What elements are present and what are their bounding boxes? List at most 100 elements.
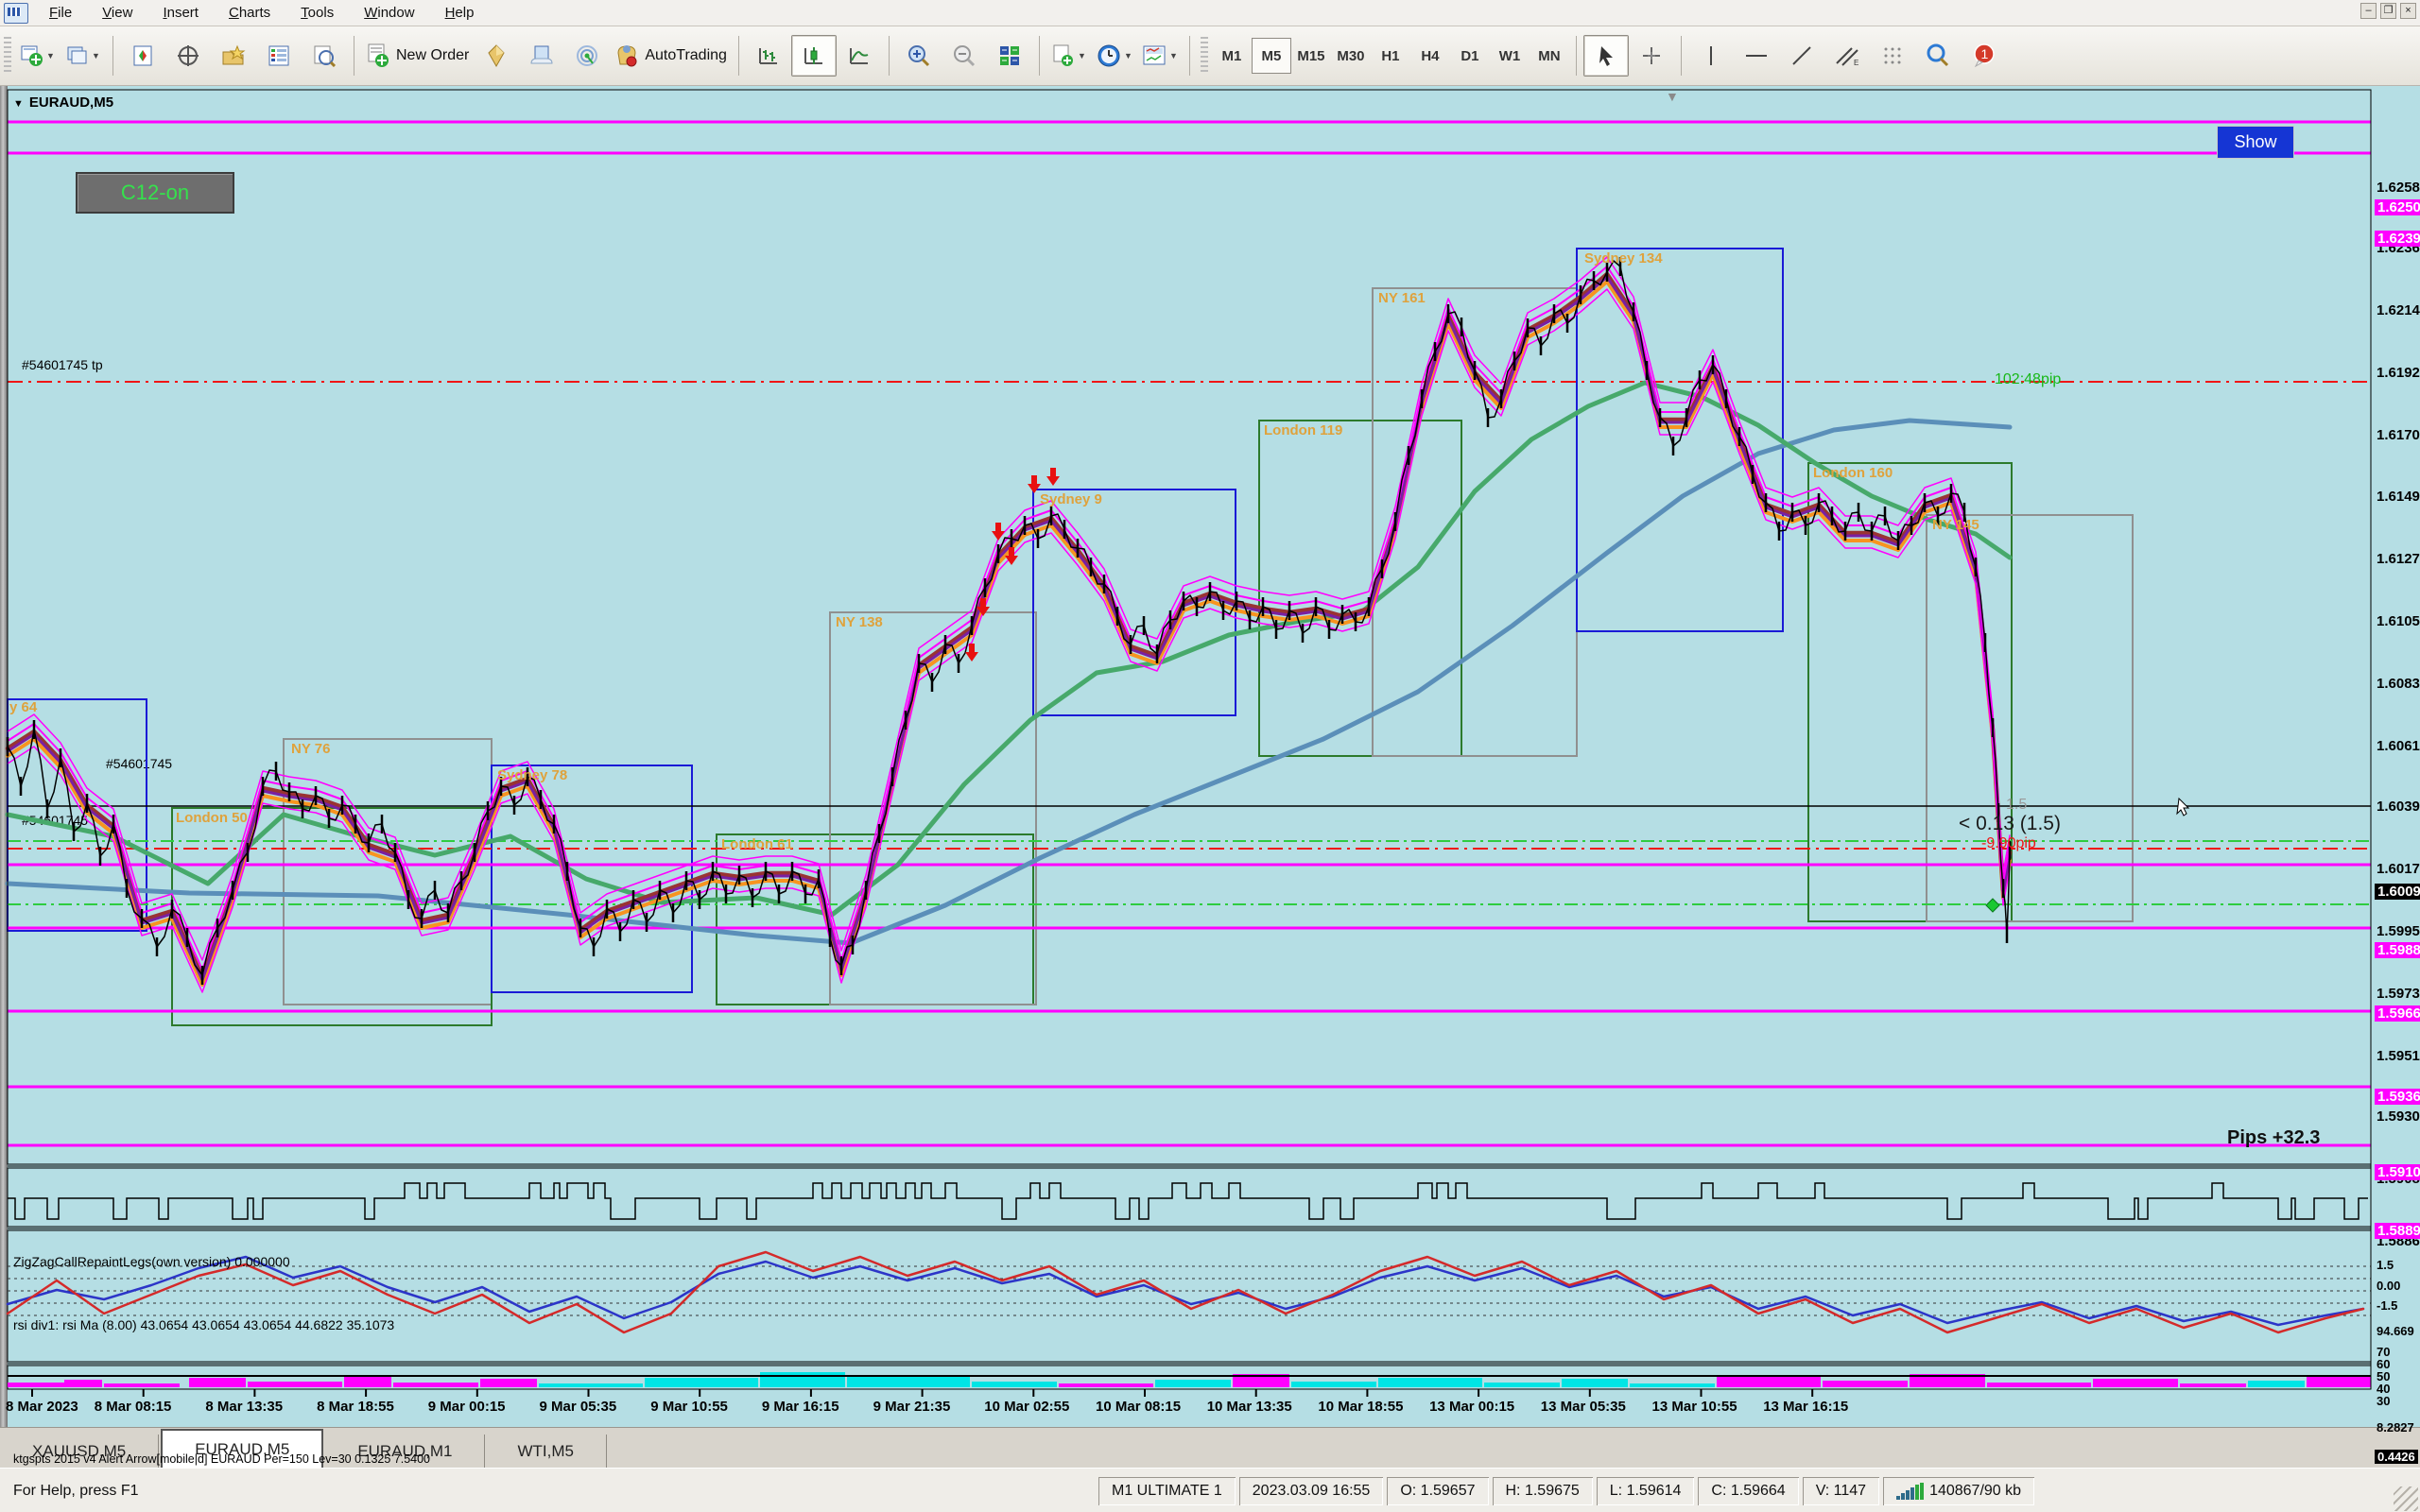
toolbar-grip[interactable] (4, 37, 11, 75)
candlestick-chart-button[interactable] (791, 35, 837, 77)
templates-button[interactable]: ▼ (1137, 35, 1183, 77)
chart-canvas[interactable] (0, 86, 2420, 1427)
close-button[interactable]: × (2400, 3, 2416, 19)
svg-text:1: 1 (1980, 46, 1988, 61)
session-label-sydney-134[interactable]: Sydney 134 (1584, 250, 1663, 266)
vertical-line-tool-button[interactable] (1688, 35, 1734, 77)
chart-symbol-title[interactable]: ▼EURAUD,M5 (13, 94, 113, 111)
notification-badge[interactable]: 1 (1961, 35, 2006, 77)
crosshair-tool-button[interactable] (1629, 35, 1674, 77)
session-label-london-61[interactable]: London 61 (721, 836, 793, 852)
terminal-button[interactable] (256, 35, 302, 77)
zoom-out-button[interactable] (942, 35, 987, 77)
mini-indicator-value: 0.4426 (2375, 1450, 2418, 1464)
data-window-button[interactable] (165, 35, 211, 77)
timeframe-h1[interactable]: H1 (1371, 38, 1410, 74)
zigzag-scale-tick: 1.5 (2377, 1258, 2394, 1272)
session-label-ny-145[interactable]: NY 145 (1932, 517, 1979, 533)
c12-toggle-button[interactable]: C12-on (76, 172, 234, 214)
session-label-y-64[interactable]: y 64 (9, 699, 37, 715)
status-low: L: 1.59614 (1597, 1477, 1695, 1505)
price-tick: 1.61490 (2377, 489, 2420, 505)
price-tick: 1.62145 (2377, 302, 2420, 318)
strategy-tester-button[interactable] (302, 35, 347, 77)
toolbar-grip[interactable] (1201, 37, 1208, 75)
new-chart-button[interactable]: ▼ (15, 35, 60, 77)
session-label-ny-138[interactable]: NY 138 (836, 614, 883, 630)
signals-button[interactable] (564, 35, 610, 77)
trendline-tool-button[interactable] (1779, 35, 1824, 77)
price-label-level: 1.59103 (2375, 1164, 2420, 1180)
maximize-button[interactable]: ❐ (2380, 3, 2396, 19)
minimize-button[interactable]: – (2360, 3, 2377, 19)
shapes-tool-button[interactable] (1870, 35, 1915, 77)
new-order-button[interactable]: New Order (361, 35, 474, 77)
timeframe-m30[interactable]: M30 (1331, 38, 1371, 74)
equidistant-channel-tool-button[interactable]: E (1824, 35, 1870, 77)
chevron-down-icon: ▼ (92, 51, 100, 60)
rsi-scale-tick: 94.669 (2377, 1324, 2414, 1338)
price-tick: 1.60395 (2377, 799, 2420, 815)
timeframe-mn[interactable]: MN (1530, 38, 1569, 74)
navigator-button[interactable] (211, 35, 256, 77)
timeframe-m1[interactable]: M1 (1212, 38, 1252, 74)
menu-item-window[interactable]: Window (349, 2, 429, 24)
rsi-scale-tick: 8.2827 (2377, 1420, 2414, 1435)
session-label-ny-161[interactable]: NY 161 (1378, 290, 1426, 306)
session-label-london-119[interactable]: London 119 (1264, 422, 1342, 438)
status-bar-time: 2023.03.09 16:55 (1239, 1477, 1384, 1505)
horizontal-line-tool-button[interactable] (1734, 35, 1779, 77)
status-account[interactable]: M1 ULTIMATE 1 (1098, 1477, 1236, 1505)
time-label: 10 Mar 08:15 (1096, 1399, 1181, 1415)
time-label: 9 Mar 21:35 (873, 1399, 951, 1415)
rsi-indicator-label: rsi div1: rsi Ma (8.00) 43.0654 43.0654 … (13, 1317, 394, 1332)
time-label: 9 Mar 10:55 (650, 1399, 728, 1415)
market-watch-button[interactable] (120, 35, 165, 77)
price-label-level: 1.58896 (2375, 1223, 2420, 1239)
time-label: 10 Mar 18:55 (1318, 1399, 1403, 1415)
indicators-button[interactable]: ▼ (1046, 35, 1092, 77)
timeframe-h4[interactable]: H4 (1410, 38, 1450, 74)
session-label-london-50[interactable]: London 50 (176, 810, 248, 826)
collapse-triangle-icon[interactable]: ▼ (13, 98, 24, 110)
toolbar: ▼ ▼ New Order AutoTrading ▼ ▼ ▼ M1M5M15M… (0, 26, 2420, 86)
menu-item-tools[interactable]: Tools (285, 2, 349, 24)
magnifier-tool-button[interactable] (1915, 35, 1961, 77)
metaeditor-button[interactable] (474, 35, 519, 77)
menu-item-insert[interactable]: Insert (147, 2, 214, 24)
menu-item-file[interactable]: File (34, 2, 87, 24)
code-base-button[interactable] (519, 35, 564, 77)
menu-item-charts[interactable]: Charts (214, 2, 285, 24)
bar-chart-button[interactable] (746, 35, 791, 77)
session-label-sydney-9[interactable]: Sydney 9 (1040, 491, 1102, 507)
profiles-button[interactable]: ▼ (60, 35, 106, 77)
timeframe-m5[interactable]: M5 (1252, 38, 1291, 74)
line-chart-button[interactable] (837, 35, 882, 77)
menu-item-help[interactable]: Help (430, 2, 490, 24)
session-label-sydney-78[interactable]: Sydney 78 (497, 767, 567, 783)
autotrading-button[interactable]: AutoTrading (610, 35, 732, 77)
zoom-in-button[interactable] (896, 35, 942, 77)
chart-tab-wti-m5[interactable]: WTI,M5 (485, 1435, 607, 1469)
menu-item-view[interactable]: View (87, 2, 147, 24)
timeframe-w1[interactable]: W1 (1490, 38, 1530, 74)
menu-items: FileViewInsertChartsToolsWindowHelp (34, 2, 489, 24)
time-label: 8 Mar 2023 (6, 1399, 78, 1415)
rsi-scale-tick: 30 (2377, 1394, 2390, 1408)
scroll-position-marker: ▼ (1666, 89, 1679, 104)
zigzag-scale-tick: 0.00 (2377, 1279, 2400, 1293)
show-button[interactable]: Show (2217, 126, 2294, 159)
timeframe-m15[interactable]: M15 (1291, 38, 1331, 74)
resize-grip[interactable] (2394, 1486, 2418, 1511)
session-label-ny-76[interactable]: NY 76 (291, 741, 330, 757)
periods-button[interactable]: ▼ (1092, 35, 1137, 77)
tile-windows-button[interactable] (987, 35, 1032, 77)
status-help-text: For Help, press F1 (4, 1477, 1095, 1505)
price-tick: 1.61270 (2377, 551, 2420, 567)
session-label-london-160[interactable]: London 160 (1813, 465, 1893, 481)
timeframe-d1[interactable]: D1 (1450, 38, 1490, 74)
annotation--9-90pip: -9.90pip (1981, 835, 2036, 852)
menu-bar: FileViewInsertChartsToolsWindowHelp – ❐ … (0, 0, 2420, 26)
cursor-tool-button[interactable] (1583, 35, 1629, 77)
price-tick: 1.60610 (2377, 738, 2420, 754)
